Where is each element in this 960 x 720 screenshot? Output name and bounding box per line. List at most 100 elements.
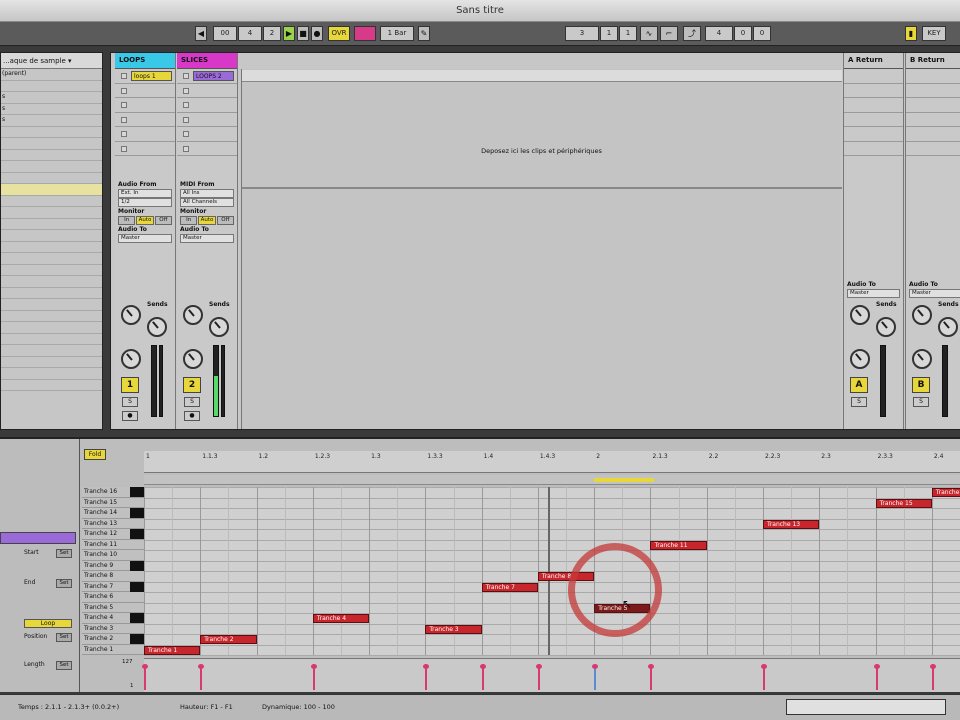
solo-button[interactable]: S xyxy=(184,397,200,407)
clip-stop-icon[interactable] xyxy=(183,131,189,137)
black-key[interactable] xyxy=(130,529,144,539)
return-title[interactable]: A Return xyxy=(844,53,903,69)
clip-slot[interactable] xyxy=(177,84,237,98)
midi-note[interactable]: Tranche 13 xyxy=(763,519,820,529)
browser-item[interactable] xyxy=(1,345,102,357)
browser-item[interactable] xyxy=(1,230,102,242)
browser-item[interactable] xyxy=(1,242,102,253)
key-row[interactable]: Tranche 7 xyxy=(82,581,144,592)
browser-item[interactable] xyxy=(1,265,102,276)
input-channel-select[interactable]: 1/2 xyxy=(118,198,172,207)
midi-note[interactable]: Tranche 15 xyxy=(875,498,932,508)
clip-stop-icon[interactable] xyxy=(183,73,189,79)
timeline-ruler[interactable]: 1 1.1.3 1.2 1.2.3 1.3 1.3.3 1.4 1.4.3 2 2.1.3 2.2 2… xyxy=(144,451,960,473)
clip-stop-icon[interactable] xyxy=(183,145,189,152)
browser-item[interactable] xyxy=(1,81,102,92)
track-activator-button[interactable]: 1 xyxy=(121,377,139,393)
arm-button[interactable]: ● xyxy=(122,411,138,421)
send-a-knob[interactable] xyxy=(850,305,870,325)
key-row[interactable]: Tranche 10 xyxy=(82,550,144,561)
key-row[interactable]: Tranche 3 xyxy=(82,624,144,634)
monitor-off-button[interactable]: Off xyxy=(154,216,172,225)
pan-knob[interactable] xyxy=(183,349,203,369)
browser-item[interactable] xyxy=(1,380,102,391)
browser-item[interactable] xyxy=(1,173,102,184)
send-b-knob[interactable] xyxy=(876,317,896,337)
velocity-marker[interactable] xyxy=(479,664,486,690)
clip-slot[interactable]: loops 1 xyxy=(115,69,175,84)
velocity-marker[interactable] xyxy=(929,664,936,690)
fold-button[interactable]: Fold xyxy=(84,449,106,460)
solo-button[interactable]: S xyxy=(851,397,867,407)
velocity-marker[interactable] xyxy=(198,664,205,690)
pan-knob[interactable] xyxy=(912,349,932,369)
black-key[interactable] xyxy=(130,581,144,592)
key-row[interactable]: Tranche 12 xyxy=(82,529,144,540)
browser-item[interactable] xyxy=(1,334,102,345)
sixteenth-field[interactable]: 2 xyxy=(263,26,281,41)
clip-slot[interactable] xyxy=(115,127,175,142)
clip-slot[interactable] xyxy=(115,84,175,98)
velocity-marker[interactable] xyxy=(873,664,880,690)
quantize-select[interactable]: 1 Bar xyxy=(380,26,414,41)
loop-brace-lane[interactable] xyxy=(144,475,960,485)
monitor-auto-button[interactable]: Auto xyxy=(198,216,216,225)
midi-note[interactable]: Tranche 2 xyxy=(200,635,257,644)
send-b-knob[interactable] xyxy=(209,317,229,337)
browser-item[interactable] xyxy=(1,219,102,230)
browser-item[interactable]: s xyxy=(1,92,102,104)
overdub-button[interactable]: OVR xyxy=(328,26,350,41)
clip-stop-icon[interactable] xyxy=(121,145,127,152)
solo-button[interactable]: S xyxy=(913,397,929,407)
clip-stop-icon[interactable] xyxy=(183,87,189,94)
loop-start-beat[interactable]: 1 xyxy=(600,26,618,41)
send-a-knob[interactable] xyxy=(183,305,203,325)
track-title[interactable]: LOOPS xyxy=(115,53,175,69)
midi-note[interactable]: Tranche 3 xyxy=(425,624,482,634)
key-row[interactable]: Tranche 1 xyxy=(82,645,144,655)
loop-length-beat[interactable]: 0 xyxy=(734,26,752,41)
midi-note[interactable]: Tranche 7 xyxy=(481,582,538,592)
key-row[interactable]: Tranche 4 xyxy=(82,613,144,624)
browser-item[interactable] xyxy=(1,299,102,311)
clip[interactable]: LOOPS 2 xyxy=(193,71,234,81)
key-row[interactable]: Tranche 8 xyxy=(82,571,144,582)
loop-icon[interactable]: ∿ xyxy=(640,26,658,41)
browser-item[interactable] xyxy=(1,357,102,368)
clip-slot[interactable] xyxy=(115,113,175,127)
browser-path[interactable]: ...aque de sample ▾ xyxy=(1,53,102,69)
black-key[interactable] xyxy=(130,634,144,644)
loop-start-sixteenth[interactable]: 1 xyxy=(619,26,637,41)
clip[interactable]: loops 1 xyxy=(131,71,172,81)
loop-toggle[interactable]: Loop xyxy=(24,619,72,628)
output-select[interactable]: Master xyxy=(847,289,900,298)
arm-button[interactable]: ● xyxy=(184,411,200,421)
return-activator-button[interactable]: A xyxy=(850,377,868,393)
volume-meter[interactable] xyxy=(880,345,886,417)
output-select[interactable]: Master xyxy=(118,234,172,243)
monitor-auto-button[interactable]: Auto xyxy=(136,216,154,225)
black-key[interactable] xyxy=(130,508,144,518)
clip-stop-icon[interactable] xyxy=(183,116,189,123)
input-channel-select[interactable]: All Channels xyxy=(180,198,234,207)
rewind-icon[interactable]: ◀ xyxy=(195,26,207,41)
key-row[interactable]: Tranche 6 xyxy=(82,592,144,603)
browser-item[interactable] xyxy=(1,253,102,265)
key-row[interactable]: Tranche 2 xyxy=(82,634,144,645)
output-select[interactable]: Master xyxy=(180,234,234,243)
browser-item[interactable]: s xyxy=(1,104,102,115)
velocity-marker[interactable] xyxy=(142,664,148,690)
clip-stop-icon[interactable] xyxy=(121,116,127,123)
loop-brace[interactable] xyxy=(594,478,654,482)
return-title[interactable]: B Return xyxy=(906,53,960,69)
pan-knob[interactable] xyxy=(121,349,141,369)
clip-stop-icon[interactable] xyxy=(121,87,127,94)
black-key[interactable] xyxy=(130,560,144,571)
keyboard-icon[interactable]: ▮ xyxy=(905,26,917,41)
clip-slot[interactable] xyxy=(177,127,237,142)
volume-meter[interactable] xyxy=(151,345,157,417)
midi-note[interactable]: Tranche 16 xyxy=(931,488,960,497)
send-a-knob[interactable] xyxy=(912,305,932,325)
clip-stop-icon[interactable] xyxy=(121,73,127,79)
midi-note[interactable]: Tranche 1 xyxy=(144,645,201,655)
